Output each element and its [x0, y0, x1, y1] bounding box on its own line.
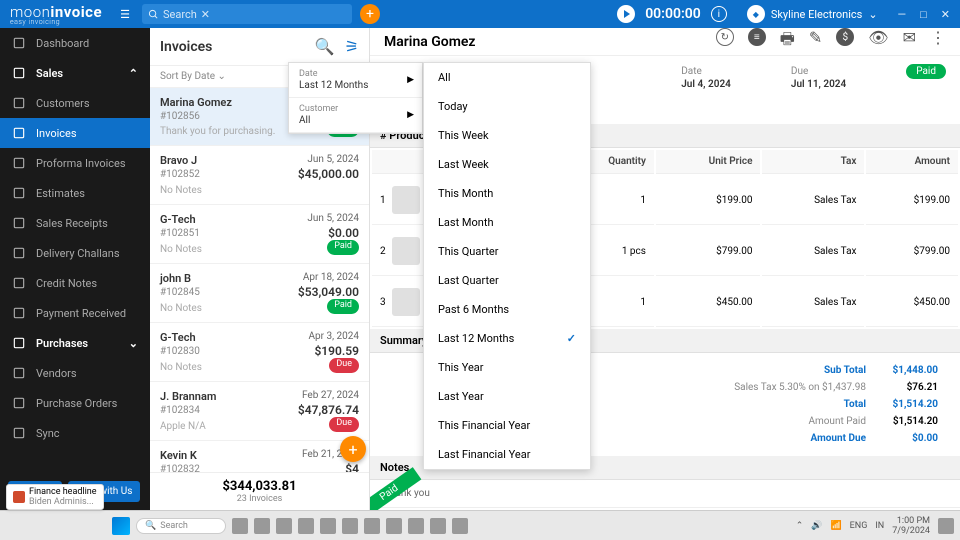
date-option[interactable]: This Quarter — [424, 237, 590, 266]
sidebar-item-customers[interactable]: Customers — [0, 88, 150, 118]
maximize-button[interactable]: □ — [920, 8, 927, 21]
date-option[interactable]: Today — [424, 92, 590, 121]
date-option[interactable]: This Year — [424, 353, 590, 382]
date-option[interactable]: Last Week — [424, 150, 590, 179]
date-option[interactable]: This Week — [424, 121, 590, 150]
list-title: Invoices — [160, 39, 212, 55]
date-option[interactable]: Last Month — [424, 208, 590, 237]
detail-customer-name: Marina Gomez — [384, 34, 476, 50]
fab-add-button[interactable]: + — [340, 436, 366, 462]
filter-icon[interactable]: ⚞ — [345, 37, 359, 56]
sidebar-item-sales-receipts[interactable]: Sales Receipts — [0, 208, 150, 238]
sidebar: DashboardSales⌃CustomersInvoicesProforma… — [0, 28, 150, 510]
date-option[interactable]: Last Year — [424, 382, 590, 411]
sidebar-item-vendors[interactable]: Vendors — [0, 358, 150, 388]
more-icon[interactable]: ⋮ — [930, 28, 946, 55]
search-input[interactable]: Search ✕ — [142, 4, 352, 24]
date-option[interactable]: All — [424, 63, 590, 92]
payment-icon[interactable]: $ — [836, 28, 854, 46]
status-badge: Paid — [906, 64, 946, 79]
sidebar-item-proforma-invoices[interactable]: Proforma Invoices — [0, 148, 150, 178]
sidebar-item-purchase-orders[interactable]: Purchase Orders — [0, 388, 150, 418]
start-button[interactable] — [112, 517, 130, 535]
print-icon[interactable]: 🖶 — [780, 28, 795, 55]
timer-display: 00:00:00 — [645, 6, 701, 22]
date-option[interactable]: Past 6 Months — [424, 295, 590, 324]
taskbar-search[interactable]: 🔍 Search — [136, 518, 226, 534]
close-button[interactable]: ✕ — [941, 8, 950, 21]
minimize-button[interactable]: — — [898, 8, 907, 21]
menu-icon[interactable]: ☰ — [112, 8, 138, 21]
add-button[interactable]: + — [360, 4, 380, 24]
app-logo: mooninvoiceeasy invoicing — [0, 3, 112, 25]
view-icon[interactable]: 👁 — [868, 28, 888, 55]
date-option[interactable]: This Month — [424, 179, 590, 208]
invoice-item[interactable]: Bravo JJun 5, 2024#102852$45,000.00No No… — [150, 146, 369, 205]
sidebar-item-credit-notes[interactable]: Credit Notes — [0, 268, 150, 298]
invoice-item[interactable]: J. BrannamFeb 27, 2024#102834$47,876.74A… — [150, 382, 369, 441]
invoice-item[interactable]: G-TechJun 5, 2024#102851$0.00No NotesPai… — [150, 205, 369, 264]
news-widget[interactable]: Finance headlineBiden Adminis... — [6, 484, 104, 510]
filter-customer[interactable]: CustomerAll▶ — [289, 98, 422, 133]
date-option[interactable]: This Financial Year — [424, 411, 590, 440]
invoice-item[interactable]: G-TechApr 3, 2024#102830$190.59No NotesD… — [150, 323, 369, 382]
invoice-item[interactable]: Kevin KFeb 21, 2024#102832$4KevinDue — [150, 441, 369, 472]
company-selector[interactable]: ◆ Skyline Electronics ⌄ — [747, 5, 878, 23]
list-total-count: 23 Invoices — [156, 494, 363, 504]
timer-play-button[interactable] — [617, 5, 635, 23]
sidebar-item-invoices[interactable]: Invoices — [0, 118, 150, 148]
sidebar-item-sync[interactable]: Sync — [0, 418, 150, 448]
duplicate-icon[interactable]: ≡ — [748, 28, 766, 46]
date-option[interactable]: Last Financial Year — [424, 440, 590, 469]
date-option[interactable]: Last 12 Months✓ — [424, 324, 590, 353]
sidebar-item-dashboard[interactable]: Dashboard — [0, 28, 150, 58]
sidebar-item-purchases[interactable]: Purchases⌄ — [0, 328, 150, 358]
search-icon[interactable]: 🔍 — [315, 37, 335, 56]
timer-info-icon[interactable]: i — [711, 6, 727, 22]
avatar: ◆ — [747, 5, 765, 23]
email-icon[interactable]: ✉ — [903, 28, 916, 55]
filter-popup: DateLast 12 Months▶ CustomerAll▶ — [288, 62, 423, 134]
date-range-menu: AllTodayThis WeekLast WeekThis MonthLast… — [423, 62, 591, 470]
sidebar-item-sales[interactable]: Sales⌃ — [0, 58, 150, 88]
list-total-amount: $344,033.81 — [156, 479, 363, 494]
filter-date[interactable]: DateLast 12 Months▶ — [289, 63, 422, 98]
taskbar: 🔍 Search ⌃🔊📶 ENGIN 1:00 PM7/9/2024 — [0, 510, 960, 540]
clear-search-icon[interactable]: ✕ — [201, 8, 210, 21]
sidebar-item-estimates[interactable]: Estimates — [0, 178, 150, 208]
history-icon[interactable]: ↻ — [716, 28, 734, 46]
edit-icon[interactable]: ✎ — [809, 28, 822, 55]
date-option[interactable]: Last Quarter — [424, 266, 590, 295]
sidebar-item-delivery-challans[interactable]: Delivery Challans — [0, 238, 150, 268]
invoice-item[interactable]: john BApr 18, 2024#102845$53,049.00No No… — [150, 264, 369, 323]
sidebar-item-payment-received[interactable]: Payment Received — [0, 298, 150, 328]
